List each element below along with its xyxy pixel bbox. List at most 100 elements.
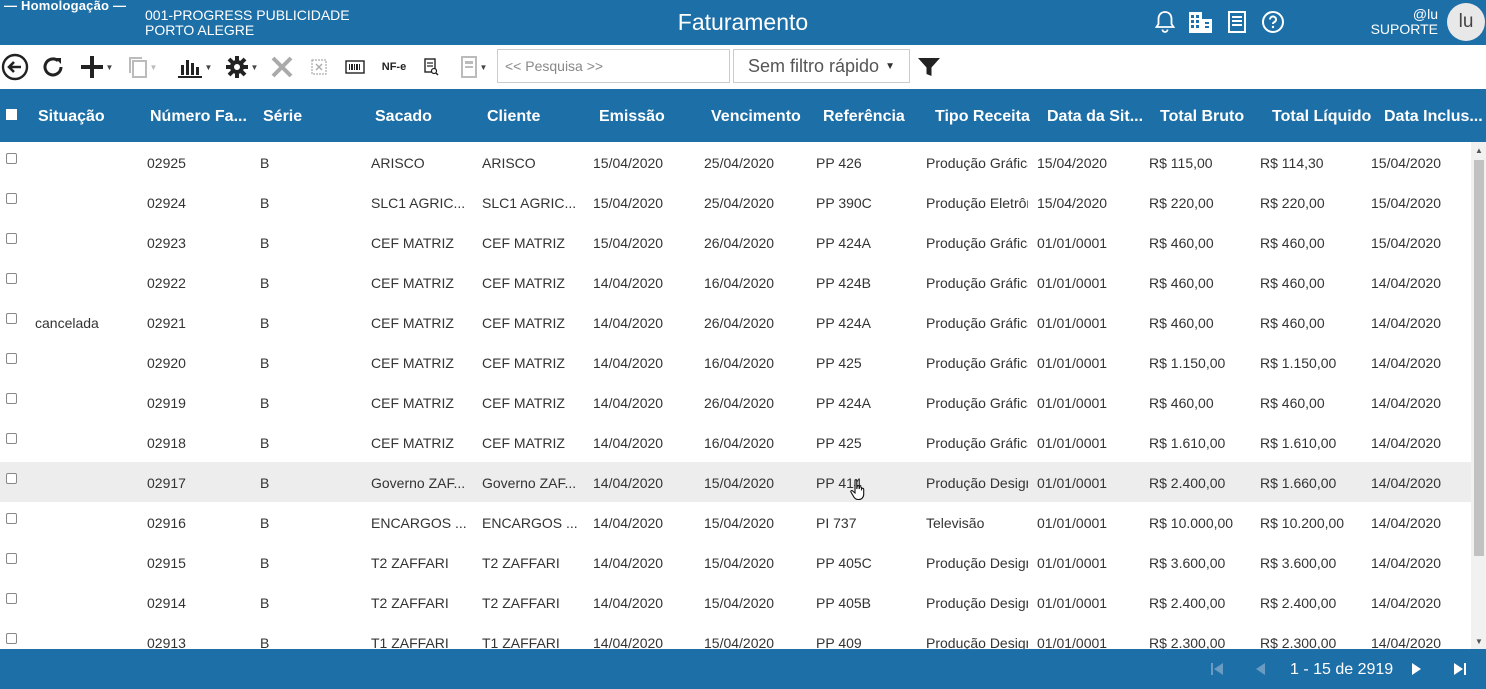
cell-numero: 02923 [147,235,186,251]
cell-serie: B [260,155,270,171]
pagination-footer: 1 - 15 de 2919 [0,649,1486,689]
cancel-document-icon[interactable] [307,52,331,82]
column-numero[interactable]: Número Fa... [150,108,247,126]
cell-referencia: PP 424A [816,395,872,411]
column-referencia[interactable]: Referência [823,108,905,126]
cell-data-situacao: 01/01/0001 [1037,555,1108,571]
cell-serie: B [260,435,270,451]
print-document-button[interactable]: ▼ [452,52,494,82]
table-row[interactable]: 02913 B T1 ZAFFARI T1 ZAFFARI 14/04/2020 15/0… [0,622,1471,649]
copy-button[interactable]: ▼ [124,52,160,82]
next-page-icon[interactable] [1410,661,1424,681]
cell-serie: B [260,355,270,371]
cell-cliente: SLC1 AGRIC... [482,195,577,211]
cell-vencimento: 25/04/2020 [704,195,775,211]
column-tipo-receita[interactable]: Tipo Receita [935,108,1030,126]
cell-data-situacao: 01/01/0001 [1037,595,1108,611]
cell-emissao: 14/04/2020 [593,555,664,571]
row-checkbox[interactable] [6,513,17,524]
user-info[interactable]: @lu SUPORTE [1371,7,1438,37]
first-page-icon[interactable] [1209,661,1225,681]
cell-referencia: PP 424A [816,235,872,251]
building-icon[interactable] [1188,8,1214,36]
table-row[interactable]: 02917 B Governo ZAF... Governo ZAF... 14/04/… [0,462,1471,502]
scrollbar-thumb[interactable] [1474,160,1484,556]
company-info[interactable]: 001-PROGRESS PUBLICIDADE PORTO ALEGRE [145,8,350,38]
scroll-down-icon[interactable]: ▼ [1475,637,1483,646]
table-row[interactable]: 02914 B T2 ZAFFARI T2 ZAFFARI 14/04/2020 15/0… [0,582,1471,622]
column-serie[interactable]: Série [263,108,302,126]
select-all-checkbox[interactable] [6,109,17,120]
last-page-icon[interactable] [1452,661,1468,681]
back-icon[interactable] [0,52,30,82]
previous-page-icon[interactable] [1253,661,1267,681]
plus-icon [80,56,103,78]
row-checkbox[interactable] [6,313,17,324]
cell-emissao: 14/04/2020 [593,595,664,611]
row-checkbox[interactable] [6,393,17,404]
column-sacado[interactable]: Sacado [375,108,432,126]
cell-data-situacao: 01/01/0001 [1037,395,1108,411]
document-search-icon[interactable] [420,52,442,82]
delete-icon[interactable] [268,52,296,82]
scroll-up-icon[interactable]: ▲ [1475,146,1483,155]
column-total-bruto[interactable]: Total Bruto [1160,108,1244,126]
column-emissao[interactable]: Emissão [599,108,665,126]
row-checkbox[interactable] [6,153,17,164]
table-row[interactable]: 02918 B CEF MATRIZ CEF MATRIZ 14/04/2020 16/0… [0,422,1471,462]
row-checkbox[interactable] [6,553,17,564]
table-header: Situação Número Fa... Série Sacado Clien… [0,89,1486,142]
cell-cliente: CEF MATRIZ [482,235,565,251]
settings-button[interactable]: ▼ [220,52,262,82]
cell-data-situacao: 15/04/2020 [1037,155,1108,171]
filter-icon[interactable] [916,52,942,82]
cell-referencia: PP 425 [816,355,862,371]
row-checkbox[interactable] [6,193,17,204]
quick-filter-select[interactable]: Sem filtro rápido ▼ [733,49,910,83]
cell-cliente: T2 ZAFFARI [482,555,560,571]
cell-total-bruto: R$ 220,00 [1149,195,1214,211]
barcode-icon[interactable] [342,52,368,82]
table-row[interactable]: 02924 B SLC1 AGRIC... SLC1 AGRIC... 15/04/20… [0,182,1471,222]
column-situacao[interactable]: Situação [38,108,105,126]
row-checkbox[interactable] [6,473,17,484]
table-row[interactable]: cancelada 02921 B CEF MATRIZ CEF MATRIZ 14/04… [0,302,1471,342]
column-vencimento[interactable]: Vencimento [711,108,801,126]
table-row[interactable]: 02920 B CEF MATRIZ CEF MATRIZ 14/04/2020 16/0… [0,342,1471,382]
column-total-liquido[interactable]: Total Líquido [1272,108,1371,126]
row-checkbox[interactable] [6,433,17,444]
table-row[interactable]: 02922 B CEF MATRIZ CEF MATRIZ 14/04/2020 16/0… [0,262,1471,302]
table-row[interactable]: 02923 B CEF MATRIZ CEF MATRIZ 15/04/2020 26/0… [0,222,1471,262]
row-checkbox[interactable] [6,593,17,604]
column-data-inclusao[interactable]: Data Inclus... [1384,108,1483,126]
cell-serie: B [260,515,270,531]
report-icon[interactable] [1224,8,1250,36]
cell-situacao: cancelada [35,315,99,331]
nfe-button[interactable]: NF-e [376,52,412,82]
cell-total-bruto: R$ 460,00 [1149,275,1214,291]
row-checkbox[interactable] [6,633,17,644]
column-data-situacao[interactable]: Data da Sit... [1047,108,1143,126]
cell-total-liquido: R$ 114,30 [1260,155,1324,171]
table-row[interactable]: 02925 B ARISCO ARISCO 15/04/2020 25/04/2020 PP… [0,142,1471,182]
top-header: — Homologação — 001-PROGRESS PUBLICIDADE… [0,0,1486,45]
help-icon[interactable] [1260,8,1286,36]
avatar[interactable]: lu [1447,3,1485,41]
refresh-icon[interactable] [38,52,68,82]
column-cliente[interactable]: Cliente [487,108,540,126]
row-checkbox[interactable] [6,353,17,364]
cell-vencimento: 26/04/2020 [704,235,775,251]
table-row[interactable]: 02919 B CEF MATRIZ CEF MATRIZ 14/04/2020 26/0… [0,382,1471,422]
table-body: 02925 B ARISCO ARISCO 15/04/2020 25/04/2020 PP… [0,142,1471,649]
company-city: PORTO ALEGRE [145,22,255,38]
add-button[interactable]: ▼ [75,52,117,82]
vertical-scrollbar[interactable]: ▲ ▼ [1471,142,1486,649]
bell-icon[interactable] [1152,8,1178,36]
row-checkbox[interactable] [6,273,17,284]
table-row[interactable]: 02916 B ENCARGOS ... ENCARGOS ... 14/04/2020… [0,502,1471,542]
row-checkbox[interactable] [6,233,17,244]
cell-referencia: PP 424A [816,315,872,331]
chart-button[interactable]: ▼ [172,52,216,82]
table-row[interactable]: 02915 B T2 ZAFFARI T2 ZAFFARI 14/04/2020 15/0… [0,542,1471,582]
search-input[interactable] [497,49,730,83]
